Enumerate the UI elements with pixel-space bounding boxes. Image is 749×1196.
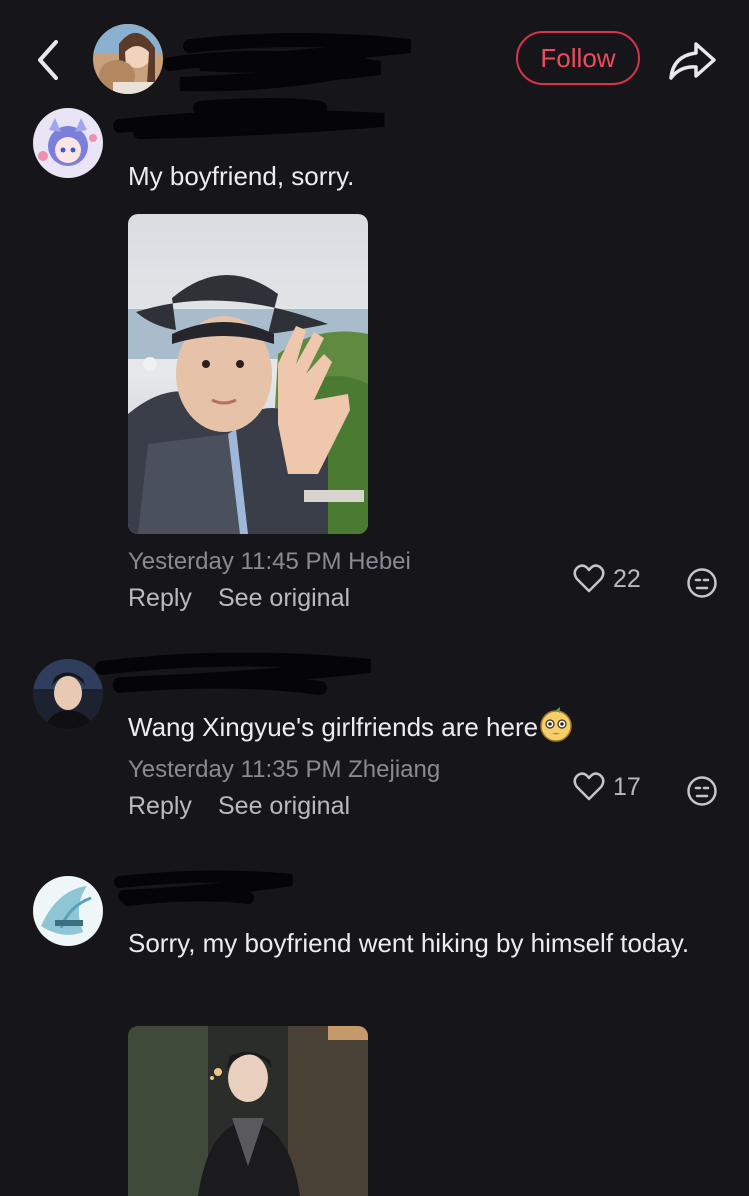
comment-meta: Yesterday 11:35 PM Zhejiang: [128, 756, 440, 784]
comment-time: Yesterday 11:35 PM: [128, 756, 342, 783]
follow-button[interactable]: Follow: [516, 31, 640, 85]
emoji-reaction-icon[interactable]: [686, 775, 718, 807]
back-chevron-icon[interactable]: [30, 36, 66, 84]
commenter-avatar[interactable]: [33, 876, 103, 946]
reply-button[interactable]: Reply: [128, 792, 192, 821]
comment-text-body: Wang Xingyue's girlfriends are here: [128, 712, 539, 742]
author-avatar[interactable]: [93, 24, 163, 94]
comment-location: Zhejiang: [348, 756, 441, 783]
see-original-button[interactable]: See original: [218, 792, 350, 821]
emoji-sticker-icon: [540, 707, 572, 742]
comment-photo[interactable]: [128, 214, 368, 534]
redaction-scribble: [95, 652, 371, 695]
comment-text: My boyfriend, sorry.: [128, 161, 355, 191]
commenter-avatar[interactable]: [33, 108, 103, 178]
commenter-avatar[interactable]: [33, 659, 103, 729]
reply-button[interactable]: Reply: [128, 584, 192, 613]
comment-location: Hebei: [348, 548, 411, 575]
share-arrow-icon[interactable]: [666, 38, 718, 82]
emoji-reaction-icon[interactable]: [686, 567, 718, 599]
like-count: 22: [613, 564, 641, 593]
comment-meta: Yesterday 11:45 PM Hebei: [128, 548, 411, 576]
redaction-scribble: [114, 870, 293, 906]
like-button[interactable]: 17: [573, 772, 641, 802]
like-button[interactable]: 22: [573, 564, 641, 594]
comment-photo[interactable]: [128, 1026, 368, 1196]
comment-text: Wang Xingyue's girlfriends are here: [128, 705, 574, 749]
heart-icon: [573, 564, 605, 593]
comment-time: Yesterday 11:45 PM: [128, 548, 342, 575]
heart-icon: [573, 772, 605, 801]
comment-text: Sorry, my boyfriend went hiking by himse…: [128, 928, 690, 958]
like-count: 17: [613, 772, 641, 801]
see-original-button[interactable]: See original: [218, 584, 350, 613]
